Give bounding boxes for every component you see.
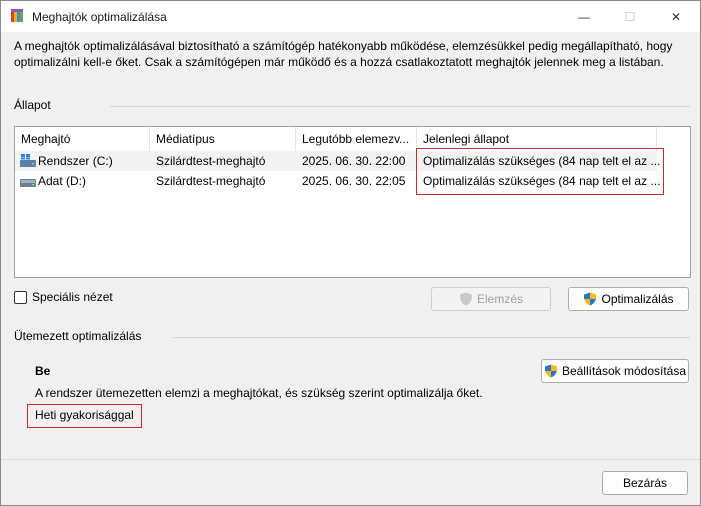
analyze-button-label: Elemzés [476,292,523,306]
media-type: Szilárdtest-meghajtó [156,154,266,168]
scheduled-separator [173,337,690,338]
defrag-window: Meghajtók optimalizálása — ☐ ✕ A meghajt… [0,0,701,506]
window-title: Meghajtók optimalizálása [32,10,167,24]
close-button[interactable]: Bezárás [602,471,688,495]
analyze-button[interactable]: Elemzés [431,287,551,311]
column-header-drive[interactable]: Meghajtó [15,127,150,151]
scheduled-section-label: Ütemezett optimalizálás [14,329,142,343]
close-button-label: Bezárás [622,476,668,490]
windows-drive-icon [20,154,36,167]
maximize-icon: ☐ [624,9,636,24]
column-header-last-analyzed[interactable]: Legutóbb elemezv... [296,127,417,151]
uac-shield-icon [459,292,472,306]
change-settings-label: Beállítások módosítása [561,364,687,378]
media-type: Szilárdtest-meghajtó [156,174,266,188]
uac-shield-icon [544,364,557,378]
status-separator [110,106,690,107]
maximize-button[interactable]: ☐ [607,1,653,32]
optimize-button[interactable]: Optimalizálás [568,287,689,311]
close-window-button[interactable]: ✕ [653,1,699,32]
change-settings-button[interactable]: Beállítások módosítása [541,359,689,383]
title-bar[interactable]: Meghajtók optimalizálása — ☐ ✕ [1,1,700,32]
column-header-media-type[interactable]: Médiatípus [150,127,296,151]
drive-name: Rendszer (C:) [38,154,113,168]
schedule-state: Be [35,364,51,378]
last-analyzed: 2025. 06. 30. 22:05 [302,174,406,188]
status-highlight-box [416,148,664,195]
dialog-content: A meghajtók optimalizálásával biztosítha… [1,32,700,505]
drive-icon [20,179,36,187]
defrag-app-icon [11,9,23,22]
advanced-view-checkbox[interactable] [14,291,27,304]
optimize-button-label: Optimalizálás [601,292,674,306]
minimize-button[interactable]: — [561,1,607,32]
schedule-description: A rendszer ütemezetten elemzi a meghajtó… [35,386,483,400]
advanced-view-label[interactable]: Speciális nézet [32,290,113,304]
description-text: A meghajtók optimalizálásával biztosítha… [14,39,673,69]
drive-name: Adat (D:) [38,174,87,188]
minimize-icon: — [578,9,590,24]
frequency-highlight-box [27,404,142,428]
footer-separator [1,459,700,460]
close-icon: ✕ [670,9,682,24]
last-analyzed: 2025. 06. 30. 22:00 [302,154,406,168]
status-section-label: Állapot [14,98,51,112]
drives-list[interactable]: Meghajtó Médiatípus Legutóbb elemezv... … [14,126,691,278]
uac-shield-icon [584,292,597,306]
